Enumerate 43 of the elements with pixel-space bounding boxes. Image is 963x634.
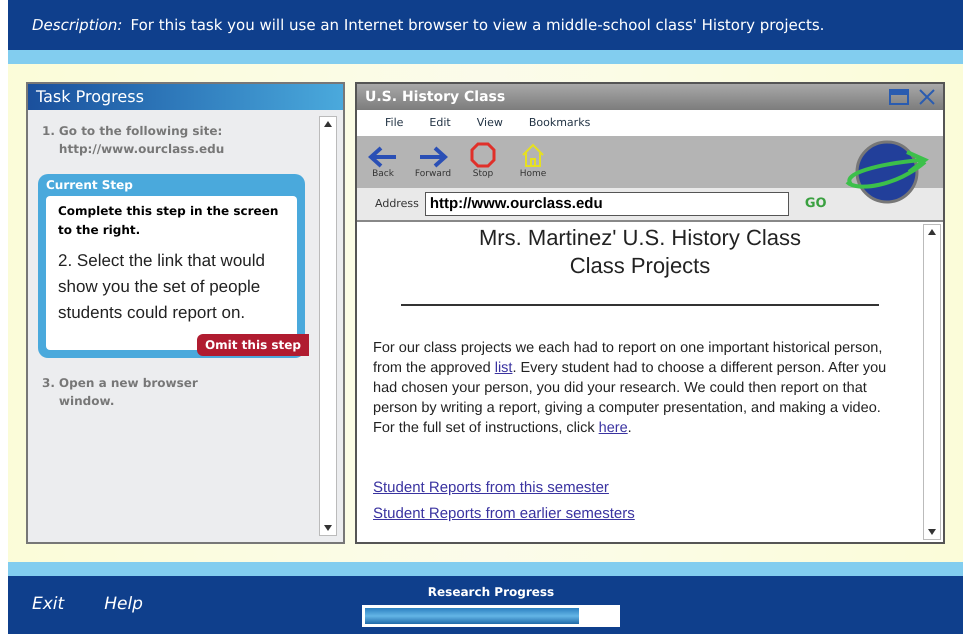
text-link[interactable]: here [598, 420, 628, 436]
toolbar-button[interactable]: Forward [413, 146, 453, 182]
left-arrow-icon [368, 146, 398, 168]
address-label: Address [375, 196, 419, 212]
omit-step-button[interactable]: Omit this step [196, 334, 309, 356]
panel-title: Task Progress [28, 84, 343, 110]
menu-item[interactable]: Edit [429, 114, 451, 132]
maximize-icon[interactable] [889, 89, 909, 105]
browser-title: U.S. History Class [365, 88, 506, 106]
report-link[interactable]: Student Reports from earlier semesters [373, 504, 907, 524]
step-instruction: 2. Select the link that would show you the set of people students could report on. [58, 250, 266, 324]
scrollbar[interactable] [923, 224, 941, 540]
menu-item[interactable]: File [385, 114, 404, 132]
down-arrow-icon [928, 529, 936, 535]
description-text: For this task you will use an Internet browser to view a middle-school class' History projects. [130, 14, 824, 36]
right-arrow-icon [418, 146, 448, 168]
house-icon [520, 142, 546, 168]
octagon-icon [470, 142, 496, 168]
step-text: 1. Go to the following site: http://www.ourclass.edu [41, 123, 226, 158]
description-label: Description: [32, 14, 122, 36]
page-heading: Mrs. Martinez' U.S. History Class [478, 224, 802, 252]
step-note: Complete this step in the screen to the right. [58, 203, 280, 239]
footer-button[interactable]: Exit [32, 592, 64, 618]
footer-button[interactable]: Help [104, 592, 143, 618]
scrollbar[interactable] [319, 116, 337, 536]
progress-label: Research Progress [428, 584, 554, 601]
close-icon[interactable] [919, 89, 935, 105]
step-text: 3. Open a new browser window. [41, 375, 199, 410]
current-step-label: Current Step [46, 177, 134, 194]
toolbar-button[interactable]: Back [363, 146, 403, 182]
toolbar-button[interactable]: Stop [463, 142, 503, 182]
paragraph: For the full set of instructions, click here. [373, 419, 633, 438]
page-heading: Class Projects [568, 252, 712, 280]
down-arrow-icon [324, 525, 332, 531]
paragraph: For our class projects we each had to report on one important historical person, from the approved list. Every student had to choose a different person. After you had chosen your person, you did your research. We could then report on that person by writing a report, giving a computer presentation, and making a video. [373, 339, 888, 418]
up-arrow-icon [324, 121, 332, 127]
report-link[interactable]: Student Reports from this semester [373, 478, 907, 498]
up-arrow-icon [928, 229, 936, 235]
toolbar-button[interactable]: Home [513, 142, 553, 182]
menu-item[interactable]: Bookmarks [528, 114, 590, 132]
text-link[interactable]: list [494, 360, 512, 376]
address-field[interactable]: http://www.ourclass.edu [424, 192, 789, 216]
menu-item[interactable]: View [476, 114, 503, 132]
